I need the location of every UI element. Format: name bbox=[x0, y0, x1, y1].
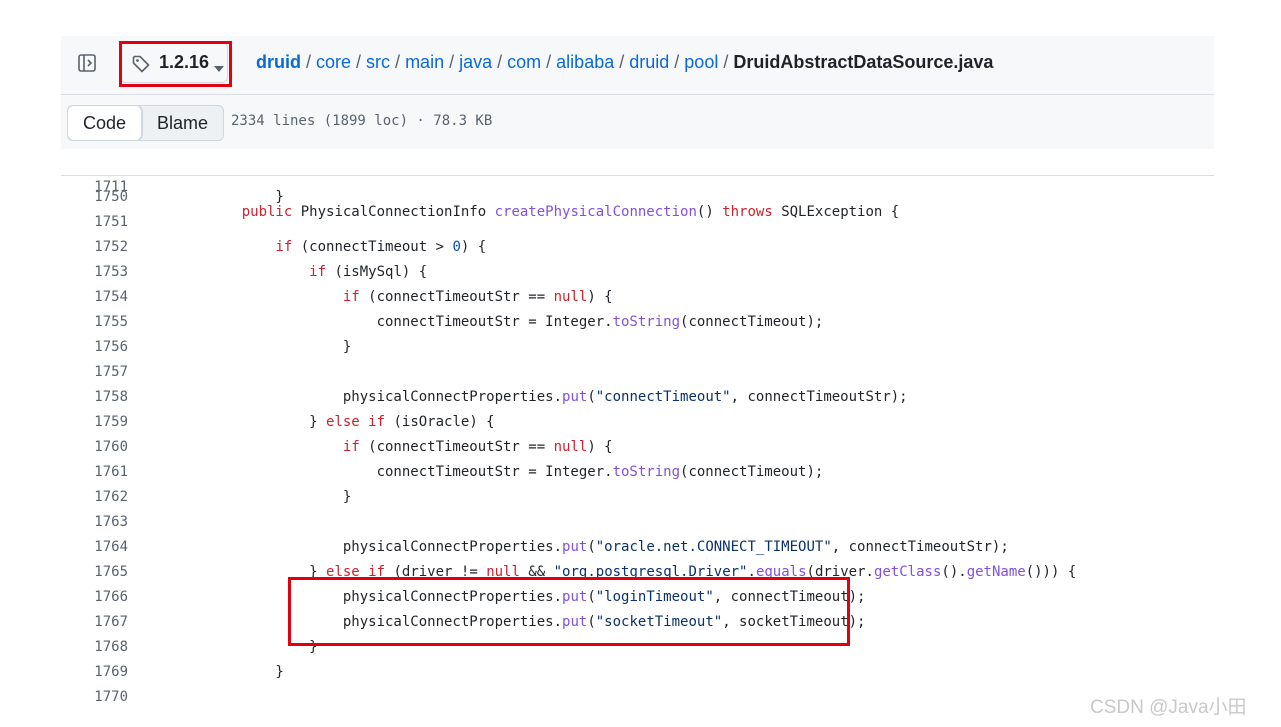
sidebar-collapse-icon[interactable] bbox=[77, 53, 97, 73]
line-code: } bbox=[208, 339, 352, 355]
breadcrumb-dir-link[interactable]: core bbox=[316, 52, 351, 72]
line-number[interactable]: 1755 bbox=[61, 310, 128, 335]
line-number[interactable]: 1754 bbox=[61, 285, 128, 310]
line-code: } bbox=[208, 489, 352, 505]
line-number[interactable]: 1753 bbox=[61, 260, 128, 285]
line-code: if (connectTimeout > 0) { bbox=[275, 239, 487, 255]
breadcrumb-file-name: DruidAbstractDataSource.java bbox=[733, 52, 994, 72]
breadcrumb-dir-link[interactable]: java bbox=[459, 52, 492, 72]
breadcrumb-separator: / bbox=[356, 52, 362, 72]
line-code: connectTimeoutStr = Integer.toString(con… bbox=[208, 464, 824, 480]
file-toolbar: Code Blame 2334 lines (1899 loc) · 78.3 … bbox=[61, 95, 1214, 149]
line-number[interactable]: 1768 bbox=[61, 635, 128, 660]
breadcrumb-separator: / bbox=[674, 52, 680, 72]
line-code: physicalConnectProperties.put("socketTim… bbox=[208, 614, 866, 630]
code-viewer[interactable]: 1711 public PhysicalConnectionInfo creat… bbox=[61, 150, 1214, 727]
line-number[interactable]: 1761 bbox=[61, 460, 128, 485]
breadcrumb-separator: / bbox=[306, 52, 312, 72]
line-code: if (isMySql) { bbox=[309, 264, 428, 280]
line-number[interactable]: 1759 bbox=[61, 410, 128, 435]
watermark: CSDN @Java小田 bbox=[1090, 697, 1247, 718]
line-code: } bbox=[208, 664, 284, 680]
line-number[interactable]: 1760 bbox=[61, 435, 128, 460]
line-number[interactable]: 1756 bbox=[61, 335, 128, 360]
line-number[interactable]: 1770 bbox=[61, 685, 128, 710]
breadcrumb-dir-link[interactable]: druid bbox=[629, 52, 669, 72]
breadcrumb-dir-link[interactable]: src bbox=[366, 52, 390, 72]
line-code: physicalConnectProperties.put("oracle.ne… bbox=[208, 539, 1009, 555]
line-code: public PhysicalConnectionInfo createPhys… bbox=[241, 204, 900, 220]
breadcrumb-separator: / bbox=[723, 52, 729, 72]
line-code: if (connectTimeoutStr == null) { bbox=[342, 439, 613, 455]
branch-selector-button[interactable]: 1.2.16 bbox=[120, 41, 228, 83]
breadcrumb-dir-link[interactable]: alibaba bbox=[556, 52, 614, 72]
file-header: 1.2.16 druid / core / src / main / java / com / alib… bbox=[61, 36, 1214, 95]
breadcrumb-dir-link[interactable]: pool bbox=[684, 52, 718, 72]
view-mode-toggle: Code Blame bbox=[67, 105, 225, 141]
line-number[interactable]: 1763 bbox=[61, 510, 128, 535]
line-number[interactable]: 1758 bbox=[61, 385, 128, 410]
breadcrumb-separator: / bbox=[395, 52, 401, 72]
sticky-line: 1711 public PhysicalConnectionInfo creat… bbox=[61, 150, 1214, 220]
line-number[interactable]: 1762 bbox=[61, 485, 128, 510]
line-number[interactable]: 1757 bbox=[61, 360, 128, 385]
breadcrumb-separator: / bbox=[619, 52, 625, 72]
breadcrumb-dir-link[interactable]: com bbox=[507, 52, 541, 72]
tag-icon bbox=[131, 54, 151, 74]
line-number[interactable]: 1765 bbox=[61, 560, 128, 585]
line-code: } else if (driver != null && "org.postgr… bbox=[208, 564, 1077, 580]
breadcrumb-repo-link[interactable]: druid bbox=[256, 52, 301, 72]
line-code: } else if (isOracle) { bbox=[208, 414, 495, 430]
code-tab[interactable]: Code bbox=[68, 106, 143, 140]
line-number[interactable]: 1711 bbox=[61, 175, 128, 200]
breadcrumb-separator: / bbox=[449, 52, 455, 72]
file-info: 2334 lines (1899 loc) · 78.3 KB bbox=[231, 113, 493, 129]
line-number[interactable]: 1766 bbox=[61, 585, 128, 610]
triangle-down-icon bbox=[214, 60, 224, 72]
line-number[interactable]: 1767 bbox=[61, 610, 128, 635]
breadcrumb-separator: / bbox=[546, 52, 552, 72]
line-number[interactable]: 1764 bbox=[61, 535, 128, 560]
breadcrumb: druid / core / src / main / java / com / alibaba / dru… bbox=[256, 52, 993, 73]
branch-name: 1.2.16 bbox=[159, 52, 210, 72]
line-code: } bbox=[208, 639, 318, 655]
line-code: physicalConnectProperties.put("loginTime… bbox=[208, 589, 866, 605]
breadcrumb-dir-link[interactable]: main bbox=[405, 52, 444, 72]
line-code: physicalConnectProperties.put("connectTi… bbox=[208, 389, 908, 405]
code-line: 1711 public PhysicalConnectionInfo creat… bbox=[61, 150, 899, 220]
breadcrumb-separator: / bbox=[497, 52, 503, 72]
line-code: if (connectTimeoutStr == null) { bbox=[342, 289, 613, 305]
line-code: connectTimeoutStr = Integer.toString(con… bbox=[208, 314, 824, 330]
line-number[interactable]: 1769 bbox=[61, 660, 128, 685]
blame-tab[interactable]: Blame bbox=[142, 106, 223, 140]
